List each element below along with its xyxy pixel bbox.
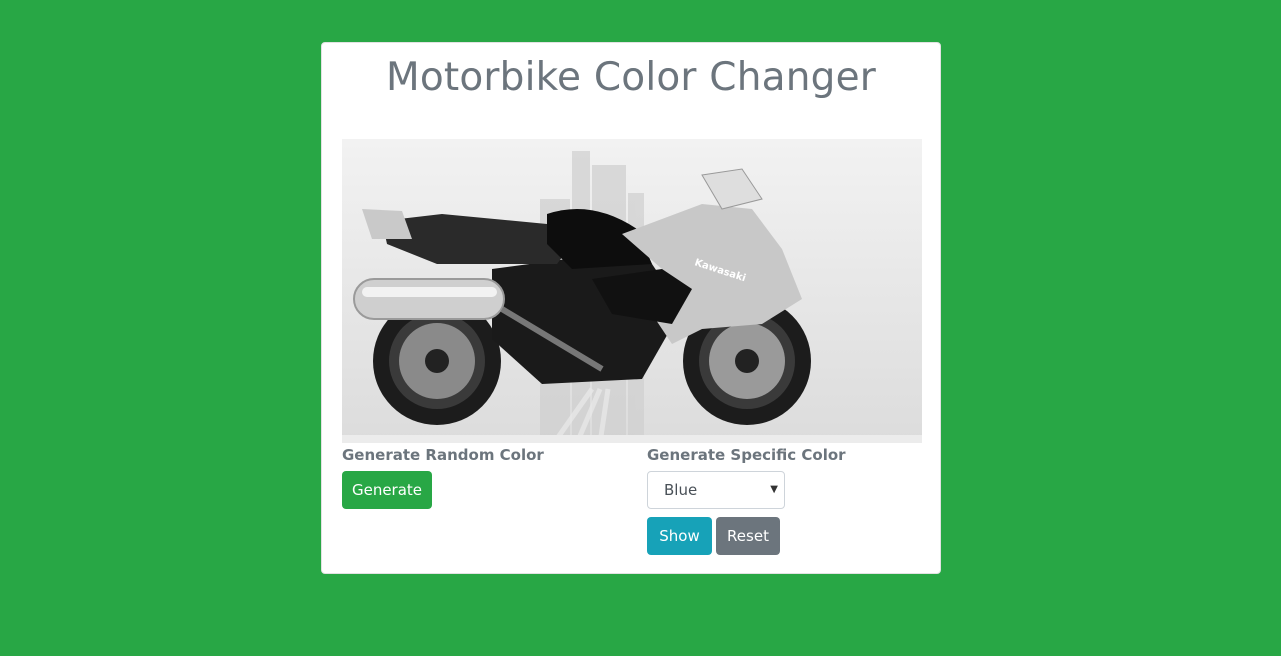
page-title: Motorbike Color Changer — [385, 55, 877, 100]
color-select[interactable]: Blue ▼ — [647, 471, 785, 509]
random-color-label: Generate Random Color — [342, 446, 544, 464]
color-select-value: Blue — [664, 481, 698, 499]
reset-button[interactable]: Reset — [716, 517, 780, 555]
show-button[interactable]: Show — [647, 517, 712, 555]
caret-down-icon: ▼ — [770, 484, 778, 495]
specific-color-label: Generate Specific Color — [647, 446, 846, 464]
main-card: Motorbike Color Changer Kawasaki Generat… — [321, 42, 941, 574]
generate-button[interactable]: Generate — [342, 471, 432, 509]
motorbike-image: Kawasaki — [342, 139, 922, 443]
